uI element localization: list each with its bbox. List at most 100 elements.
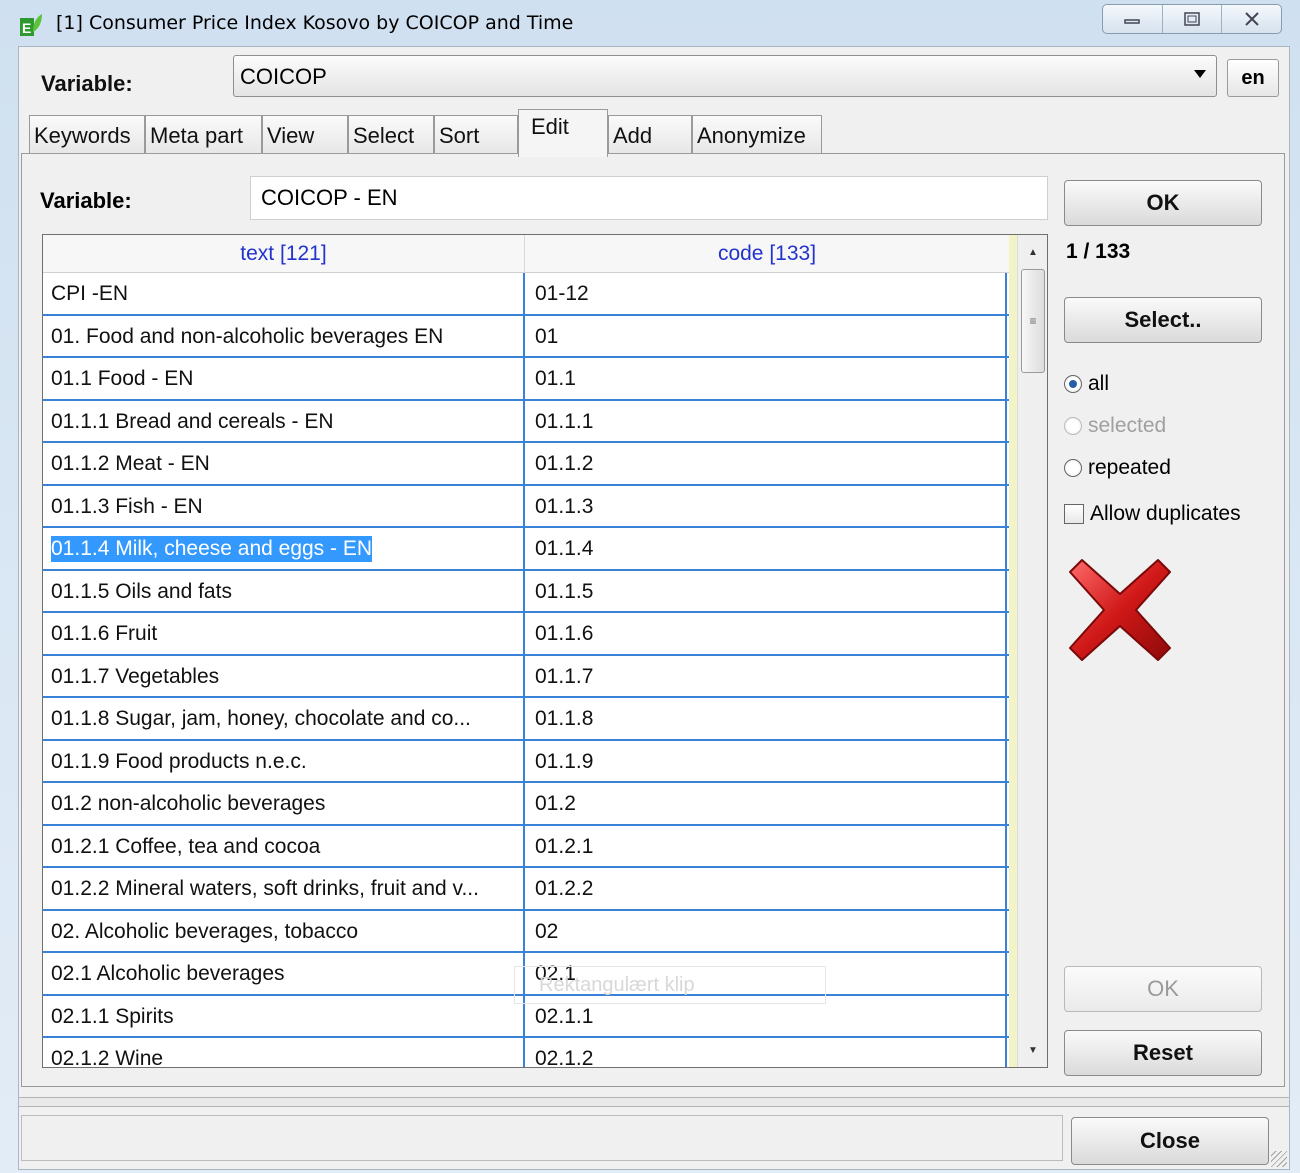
tab-meta-part[interactable]: Meta part — [145, 115, 262, 155]
text-cell[interactable]: 02.1 Alcoholic beverages — [43, 953, 525, 995]
code-cell[interactable]: 01.1.6 — [527, 613, 1007, 655]
column-header-text[interactable]: text [121] — [43, 235, 525, 273]
scroll-up-icon[interactable]: ▲ — [1018, 239, 1047, 265]
values-table: text [121] code [133] CPI -EN 01-12 01. Fo… — [42, 234, 1048, 1068]
close-icon[interactable] — [1222, 5, 1281, 33]
text-cell[interactable]: 02. Alcoholic beverages, tobacco — [43, 910, 525, 953]
text-cell[interactable]: 01.1.6 Fruit — [43, 613, 525, 655]
text-cell[interactable]: 01.1.4 Milk, cheese and eggs - EN — [43, 528, 525, 570]
maximize-icon[interactable] — [1163, 5, 1223, 33]
text-cell-value: 01.1.3 Fish - EN — [51, 494, 203, 518]
tab-keywords[interactable]: Keywords — [29, 115, 145, 155]
text-cell[interactable]: 01.1.9 Food products n.e.c. — [43, 740, 525, 783]
code-cell[interactable]: 01.1.9 — [527, 740, 1007, 783]
text-cell[interactable]: 01.1 Food - EN — [43, 358, 525, 400]
tab-edit[interactable]: Edit — [518, 109, 608, 157]
table-row[interactable]: 01.1.7 Vegetables 01.1.7 — [43, 655, 1009, 698]
text-cell[interactable]: 02.1.1 Spirits — [43, 995, 525, 1038]
chevron-down-icon — [1194, 70, 1206, 78]
text-cell[interactable]: 01.1.5 Oils and fats — [43, 570, 525, 613]
reset-button[interactable]: Reset — [1064, 1030, 1262, 1076]
table-row[interactable]: 01.2.1 Coffee, tea and cocoa 01.2.1 — [43, 825, 1009, 868]
text-cell-value: CPI -EN — [51, 282, 129, 305]
text-cell[interactable]: CPI -EN — [43, 273, 525, 315]
table-row[interactable]: 02. Alcoholic beverages, tobacco 02 — [43, 910, 1009, 953]
code-cell[interactable]: 01-12 — [527, 273, 1007, 315]
red-x-icon[interactable] — [1064, 554, 1176, 666]
column-header-code[interactable]: code [133] — [525, 235, 1009, 273]
code-cell[interactable]: 01.1 — [527, 358, 1007, 400]
text-cell[interactable]: 01.1.8 Sugar, jam, honey, chocolate and … — [43, 698, 525, 740]
resize-grip[interactable] — [1271, 1151, 1287, 1167]
tab-add[interactable]: Add — [608, 115, 692, 155]
text-cell-value: 01.2 non-alcoholic beverages — [51, 792, 326, 815]
e-leaf-icon: E — [20, 14, 42, 36]
code-cell[interactable]: 02.1.2 — [527, 1038, 1007, 1067]
text-cell[interactable]: 01. Food and non-alcoholic beverages EN — [43, 315, 525, 358]
radio-selected-label: selected — [1088, 414, 1167, 437]
text-cell[interactable]: 01.1.2 Meat - EN — [43, 443, 525, 485]
ghost-tooltip-text: Rektangulært klip — [539, 973, 695, 996]
tab-sort[interactable]: Sort — [434, 115, 518, 155]
table-row[interactable]: 01.1 Food - EN 01.1 — [43, 358, 1009, 401]
text-cell[interactable]: 01.1.1 Bread and cereals - EN — [43, 400, 525, 443]
tab-select[interactable]: Select — [348, 115, 434, 155]
select-button[interactable]: Select.. — [1064, 297, 1262, 343]
allow-duplicates-checkbox[interactable]: Allow duplicates — [1064, 502, 1241, 526]
radio-selected[interactable]: selected — [1064, 414, 1166, 438]
radio-all[interactable]: all — [1064, 372, 1109, 396]
table-row[interactable]: 01.1.1 Bread and cereals - EN 01.1.1 — [43, 400, 1009, 443]
text-cell-value: 02.1 Alcoholic beverages — [51, 962, 285, 985]
table-row[interactable]: 01.2.2 Mineral waters, soft drinks, frui… — [43, 868, 1009, 911]
variable-dropdown[interactable]: COICOP — [233, 55, 1217, 97]
radio-repeated[interactable]: repeated — [1064, 456, 1171, 480]
text-cell[interactable]: 02.1.2 Wine — [43, 1038, 525, 1068]
table-row[interactable]: 01.2 non-alcoholic beverages 01.2 — [43, 783, 1009, 826]
text-cell-value: 02.1.2 Wine — [51, 1047, 164, 1068]
scroll-down-icon[interactable]: ▼ — [1018, 1037, 1047, 1063]
text-cell[interactable]: 01.1.3 Fish - EN — [43, 485, 525, 528]
close-button[interactable]: Close — [1071, 1117, 1269, 1165]
table-row[interactable]: 01.1.6 Fruit 01.1.6 — [43, 613, 1009, 656]
splitter[interactable] — [19, 1097, 1289, 1107]
code-cell[interactable]: 01.2.2 — [527, 868, 1007, 910]
tab-view[interactable]: View — [262, 115, 348, 155]
radio-off-icon — [1064, 459, 1082, 477]
code-cell[interactable]: 01.1.5 — [527, 570, 1007, 613]
code-cell[interactable]: 01.2.1 — [527, 825, 1007, 868]
table-row[interactable]: 01.1.8 Sugar, jam, honey, chocolate and … — [43, 698, 1009, 741]
table-row[interactable]: 01.1.3 Fish - EN 01.1.3 — [43, 485, 1009, 528]
code-cell[interactable]: 01.1.2 — [527, 443, 1007, 485]
code-cell[interactable]: 01.1.3 — [527, 485, 1007, 528]
scroll-thumb[interactable]: ≡ — [1021, 269, 1045, 373]
table-row[interactable]: 01.1.9 Food products n.e.c. 01.1.9 — [43, 740, 1009, 783]
ok-disabled-button[interactable]: OK — [1064, 966, 1262, 1012]
table-row[interactable]: CPI -EN 01-12 — [43, 273, 1009, 316]
variable-dropdown-value: COICOP — [240, 64, 327, 89]
minimize-icon[interactable] — [1103, 5, 1163, 33]
code-cell[interactable]: 01.1.4 — [527, 528, 1007, 570]
vertical-scrollbar[interactable]: ▲ ≡ ▼ — [1017, 235, 1047, 1067]
text-cell[interactable]: 01.1.7 Vegetables — [43, 655, 525, 698]
code-cell[interactable]: 02 — [527, 910, 1007, 953]
code-cell[interactable]: 01.1.8 — [527, 698, 1007, 740]
text-cell-value: 01.1.2 Meat - EN — [51, 452, 210, 475]
text-cell[interactable]: 01.2 non-alcoholic beverages — [43, 783, 525, 825]
code-cell[interactable]: 01 — [527, 315, 1007, 358]
table-row[interactable]: 01. Food and non-alcoholic beverages EN 0… — [43, 315, 1009, 358]
table-row[interactable]: 01.1.5 Oils and fats 01.1.5 — [43, 570, 1009, 613]
tab-anonymize[interactable]: Anonymize — [692, 115, 822, 155]
code-cell[interactable]: 01.2 — [527, 783, 1007, 825]
variable-name-field[interactable]: COICOP - EN — [250, 176, 1048, 220]
table-row[interactable]: 01.1.2 Meat - EN 01.1.2 — [43, 443, 1009, 486]
code-cell[interactable]: 01.1.7 — [527, 655, 1007, 698]
code-cell[interactable]: 01.1.1 — [527, 400, 1007, 443]
language-button[interactable]: en — [1227, 59, 1279, 97]
table-row[interactable]: 02.1.2 Wine 02.1.2 — [43, 1038, 1009, 1068]
text-cell[interactable]: 01.2.1 Coffee, tea and cocoa — [43, 825, 525, 868]
text-cell[interactable]: 01.2.2 Mineral waters, soft drinks, frui… — [43, 868, 525, 910]
table-row[interactable]: 01.1.4 Milk, cheese and eggs - EN 01.1.4 — [43, 528, 1009, 571]
text-cell-value: 01.1 Food - EN — [51, 367, 194, 390]
ok-button[interactable]: OK — [1064, 180, 1262, 226]
radio-on-icon — [1064, 375, 1082, 393]
